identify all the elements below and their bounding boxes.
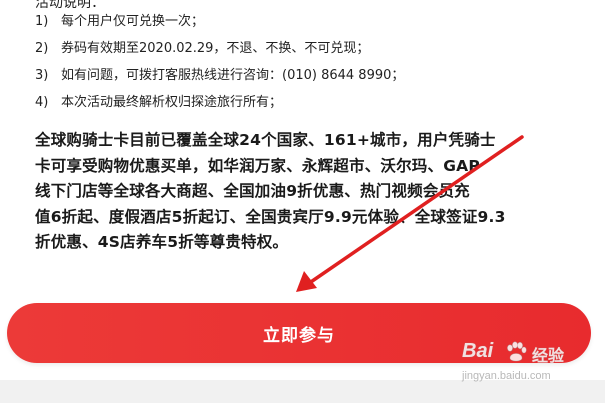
rule-text: 每个用户仅可兑换一次； xyxy=(61,14,205,29)
watermark-cn: 经验 xyxy=(532,346,565,365)
watermark-brand: Bai xyxy=(462,340,494,362)
rule-item: 3) 如有问题，可拨打客服热线进行咨询：(010) 8644 8990； xyxy=(35,62,595,89)
rule-number: 4) xyxy=(35,95,49,110)
rule-text: 券码有效期至2020.02.29，不退、不换、不可兑现； xyxy=(61,41,370,56)
rule-item: 2) 券码有效期至2020.02.29，不退、不换、不可兑现； xyxy=(35,35,595,62)
description-line: 折优惠、4S店养车5折等尊贵特权。 xyxy=(35,233,289,251)
arrow-head xyxy=(296,271,317,292)
watermark-url: jingyan.baidu.com xyxy=(462,370,551,382)
join-now-label: 立即参与 xyxy=(263,325,335,346)
rule-item: 4) 本次活动最终解析权归探途旅行所有； xyxy=(35,89,595,116)
rule-number: 2) xyxy=(35,41,49,56)
description-line: 值6折起、度假酒店5折起订、全国贵宾厅9.9元体验、全球签证9.3 xyxy=(35,207,506,226)
description-line: 全球购骑士卡目前已覆盖全球24个国家、161+城市，用户凭骑士 xyxy=(35,131,496,149)
card-benefits-description: 全球购骑士卡目前已覆盖全球24个国家、161+城市，用户凭骑士 卡可享受购物优惠… xyxy=(35,128,590,256)
description-line: 线下门店等全球各大商超、全国加油9折优惠、热门视频会员充 xyxy=(35,182,470,200)
baidu-jingyan-watermark: Bai 经验 jingyan.baidu.com xyxy=(462,340,592,400)
activity-notes: 活动说明： 1) 每个用户仅可兑换一次； 2) 券码有效期至2020.02.29，不… xyxy=(35,0,595,116)
description-line: 卡可享受购物优惠买单，如华润万家、永辉超市、沃尔玛、GAP xyxy=(35,156,480,175)
rule-item: 1) 每个用户仅可兑换一次； xyxy=(35,8,595,35)
rule-number: 1) xyxy=(35,14,49,29)
rule-number: 3) xyxy=(35,68,49,83)
notes-title: 活动说明： xyxy=(35,0,105,8)
rule-text: 本次活动最终解析权归探途旅行所有； xyxy=(61,95,283,110)
baidu-paw-icon xyxy=(507,341,527,362)
rule-text: 如有问题，可拨打客服热线进行咨询：(010) 8644 8990； xyxy=(61,68,405,83)
